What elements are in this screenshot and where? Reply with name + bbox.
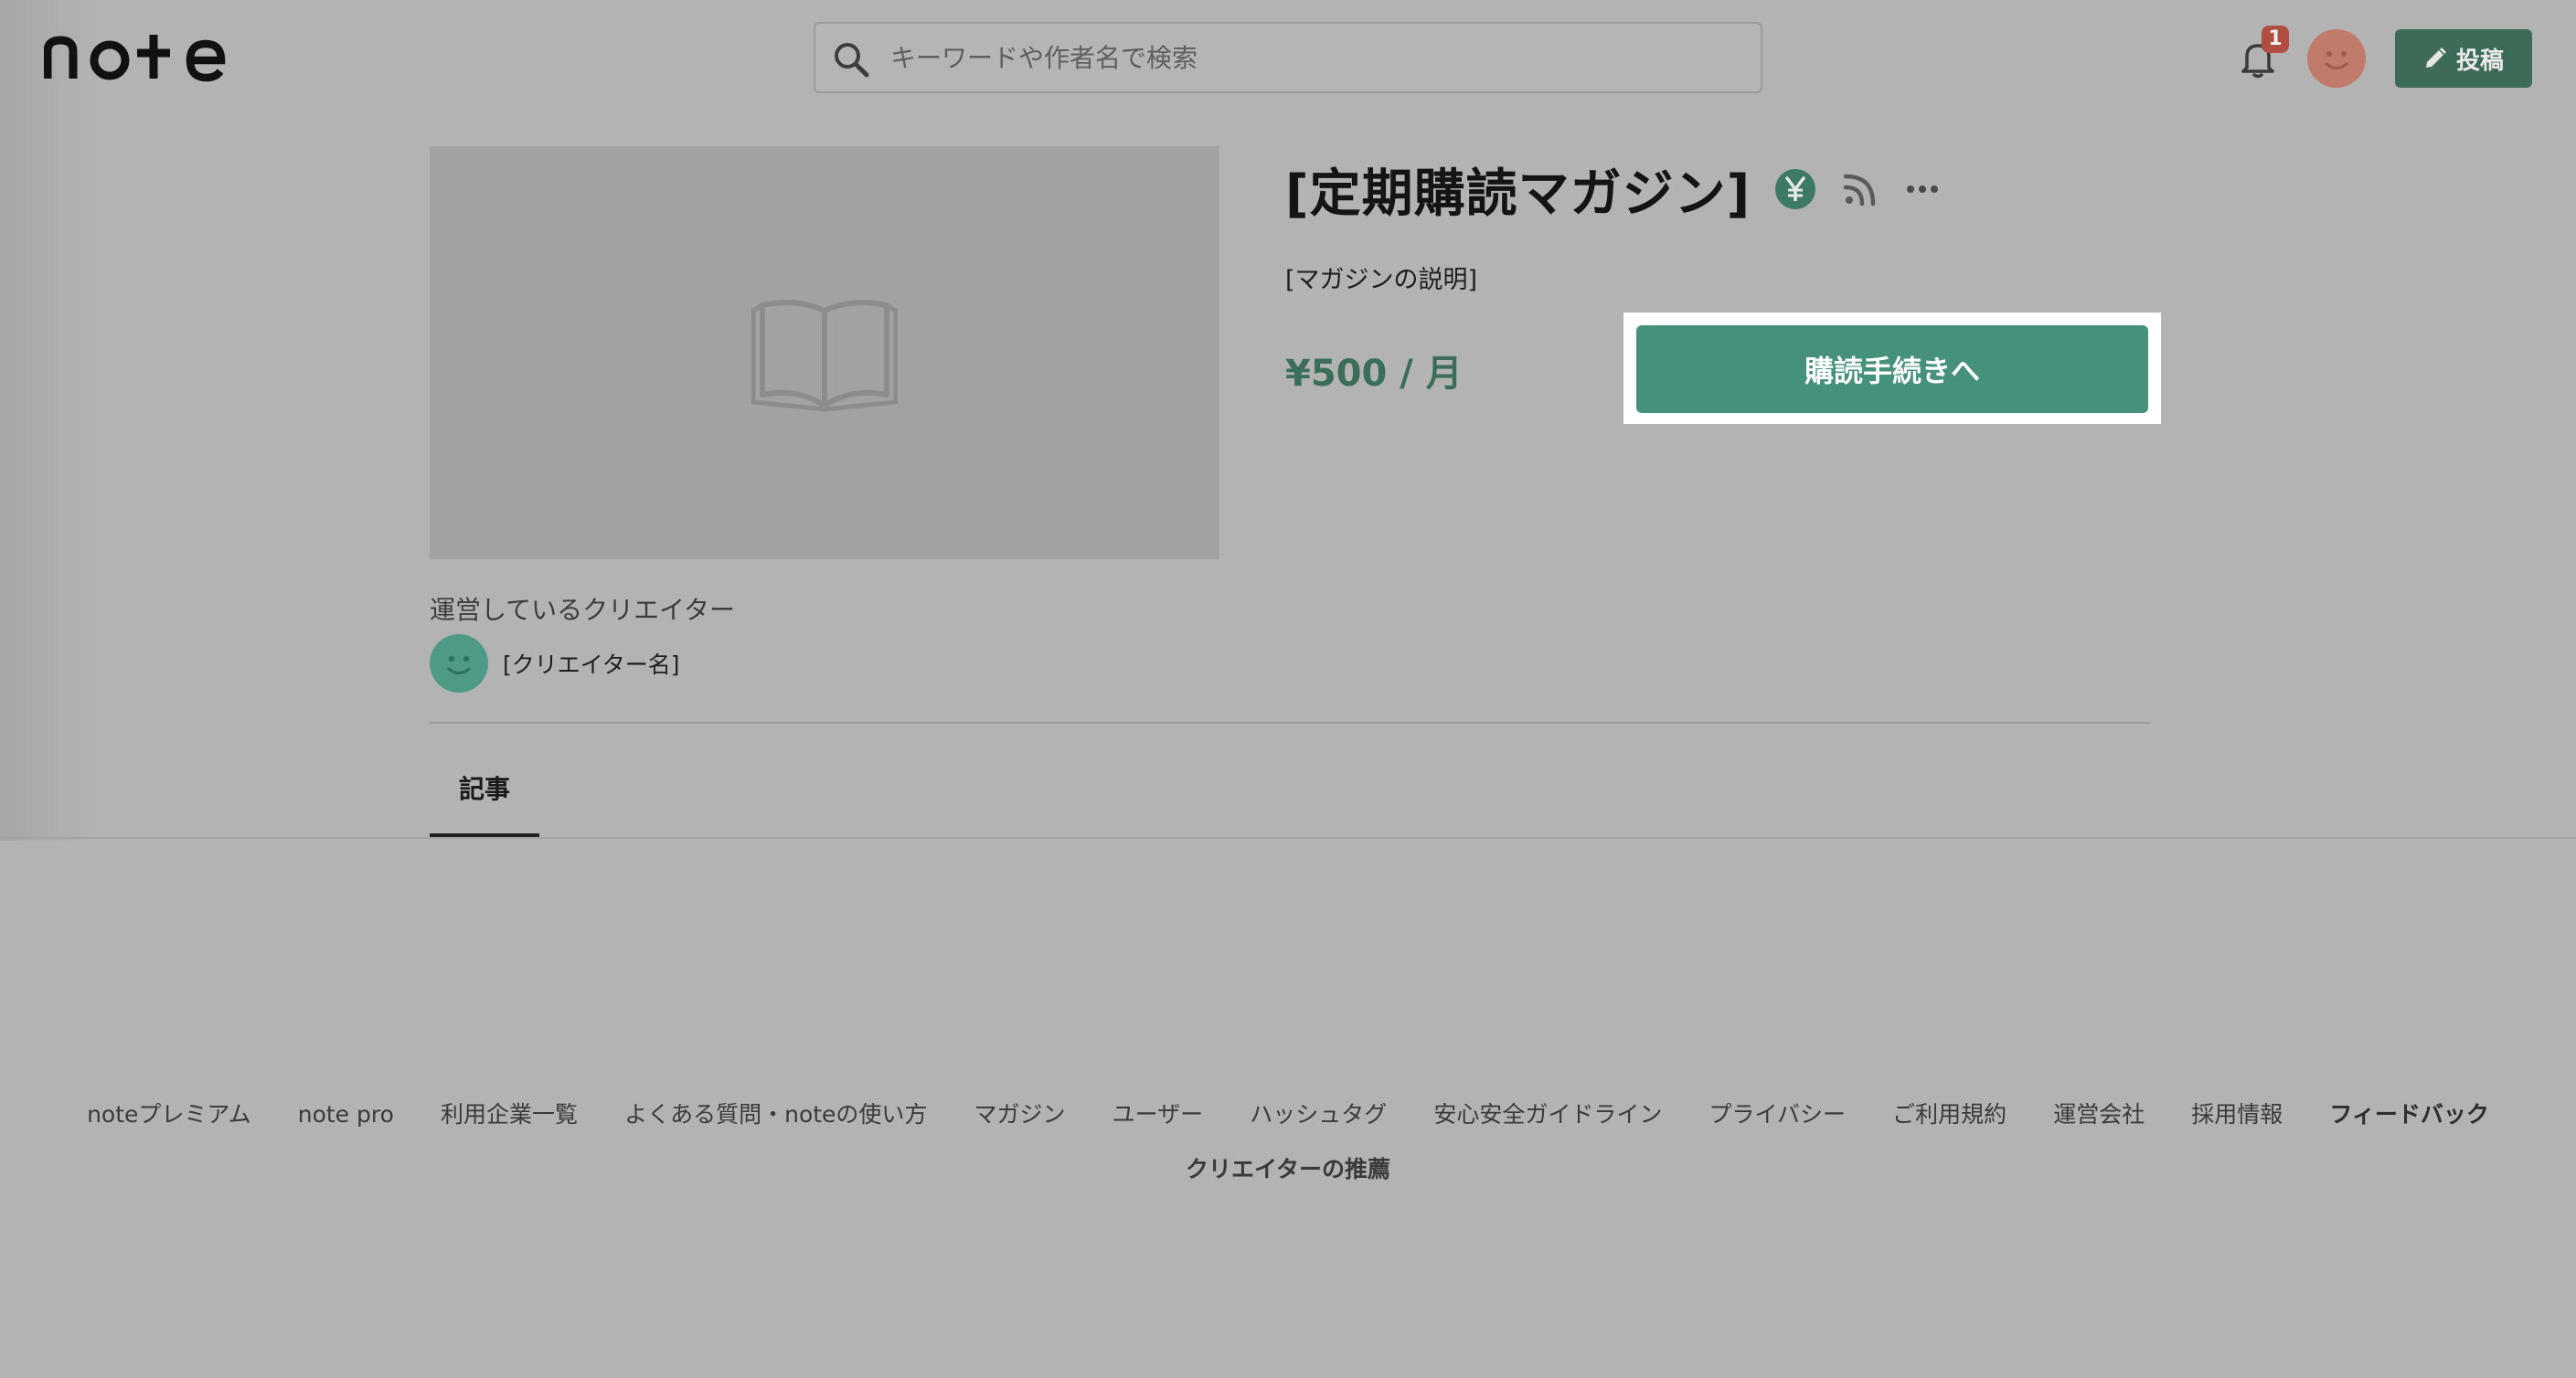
post-button[interactable]: 投稿 [2395,29,2532,88]
footer-link-users[interactable]: ユーザー [1112,1097,1204,1129]
rss-icon[interactable] [1842,171,1879,207]
tabs-divider [0,837,2576,839]
note-logo[interactable]: note [44,27,227,88]
creator-heading: 運営しているクリエイター [430,595,736,625]
footer-link-terms[interactable]: ご利用規約 [1892,1097,2007,1129]
smile-face-icon [2325,51,2348,69]
search-box[interactable] [814,22,1762,93]
search-icon [835,43,869,78]
footer-second-row: クリエイターの推薦 [0,1151,2576,1184]
page: note 1 [0,0,2576,1378]
footer-link-safety[interactable]: 安心安全ガイドライン [1433,1097,1662,1129]
footer-link-magazine[interactable]: マガジン [974,1097,1066,1129]
user-avatar[interactable] [2307,29,2366,88]
divider [430,722,2150,724]
creator-smile-icon [447,656,471,674]
footer-link-careers[interactable]: 採用情報 [2191,1097,2283,1129]
subscribe-button[interactable]: 購読手続きへ [1636,325,2148,413]
magazine-title: [定期購読マガジン] [1285,164,1751,224]
pencil-icon [2425,48,2446,68]
magazine-description: [マガジンの説明] [1285,266,1478,294]
footer-link-premium[interactable]: noteプレミアム [87,1097,251,1129]
footer-link-feedback[interactable]: フィードバック [2329,1097,2489,1129]
footer-links-row: noteプレミアム note pro 利用企業一覧 よくある質問・noteの使い… [0,1097,2576,1129]
footer-link-note-pro[interactable]: note pro [298,1101,394,1128]
search-input[interactable] [890,24,1740,91]
creator-name[interactable]: [クリエイター名] [503,647,680,680]
footer-link-companies[interactable]: 利用企業一覧 [441,1097,578,1129]
footer-link-privacy[interactable]: プライバシー [1708,1097,1846,1129]
footer-link-hashtags[interactable]: ハッシュタグ [1250,1097,1387,1129]
creator-avatar[interactable] [430,634,488,693]
footer-link-creator-recommend[interactable]: クリエイターの推薦 [1186,1151,1390,1184]
tab-articles[interactable]: 記事 [430,738,539,837]
footer-link-company[interactable]: 運営会社 [2053,1097,2145,1129]
footer-link-faq[interactable]: よくある質問・noteの使い方 [624,1097,927,1129]
magazine-price: ¥500 / 月 [1285,353,1463,395]
more-icon[interactable] [1904,171,1941,207]
yen-badge-icon [1775,169,1816,209]
post-button-label: 投稿 [2455,47,2504,75]
left-edge-shade [0,0,101,841]
magazine-title-row: [定期購読マガジン] [1285,155,1941,224]
notification-badge: 1 [2262,26,2289,53]
magazine-cover [430,146,1219,559]
header: note 1 [0,0,2576,117]
book-icon [751,300,898,412]
